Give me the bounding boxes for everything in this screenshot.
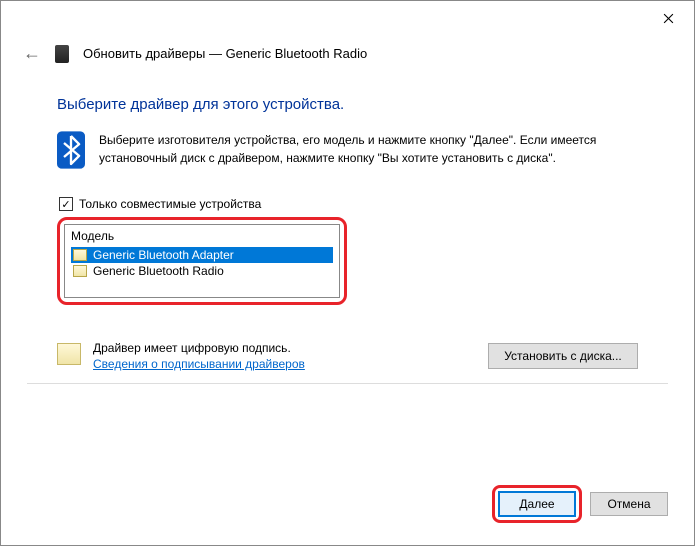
driver-icon	[73, 249, 87, 261]
list-item-label: Generic Bluetooth Adapter	[93, 248, 234, 262]
compatible-checkbox[interactable]: ✓	[59, 197, 73, 211]
listbox-header: Модель	[71, 227, 333, 245]
close-icon	[663, 13, 674, 24]
header: ← Обновить драйверы — Generic Bluetooth …	[1, 35, 694, 72]
next-highlight: Далее	[492, 485, 582, 523]
next-button[interactable]: Далее	[498, 491, 576, 517]
signature-title: Драйвер имеет цифровую подпись.	[93, 341, 476, 355]
close-button[interactable]	[650, 4, 686, 32]
compatible-checkbox-label: Только совместимые устройства	[79, 197, 261, 211]
device-icon	[55, 45, 69, 63]
list-item[interactable]: Generic Bluetooth Adapter	[71, 247, 333, 263]
back-button[interactable]: ←	[23, 43, 41, 64]
compatible-checkbox-row: ✓ Только совместимые устройства	[59, 197, 638, 211]
driver-icon	[73, 265, 87, 277]
page-heading: Выберите драйвер для этого устройства.	[57, 96, 638, 113]
certificate-icon	[57, 343, 81, 365]
model-listbox[interactable]: Модель Generic Bluetooth Adapter Generic…	[64, 224, 340, 298]
content: Выберите драйвер для этого устройства. В…	[1, 72, 694, 384]
model-highlight: Модель Generic Bluetooth Adapter Generic…	[57, 217, 347, 305]
list-item[interactable]: Generic Bluetooth Radio	[71, 263, 333, 279]
header-title: Обновить драйверы — Generic Bluetooth Ra…	[83, 46, 367, 61]
titlebar	[1, 1, 694, 35]
info-text: Выберите изготовителя устройства, его мо…	[99, 131, 638, 169]
bluetooth-icon	[57, 131, 85, 169]
signature-link[interactable]: Сведения о подписывании драйверов	[93, 357, 305, 371]
signature-row: Драйвер имеет цифровую подпись. Сведения…	[57, 341, 638, 371]
list-item-label: Generic Bluetooth Radio	[93, 264, 224, 278]
info-row: Выберите изготовителя устройства, его мо…	[57, 131, 638, 169]
cancel-button[interactable]: Отмена	[590, 492, 668, 516]
signature-text: Драйвер имеет цифровую подпись. Сведения…	[93, 341, 476, 371]
install-from-disk-button[interactable]: Установить с диска...	[488, 343, 638, 369]
divider	[27, 383, 668, 384]
footer: Далее Отмена	[492, 485, 668, 523]
